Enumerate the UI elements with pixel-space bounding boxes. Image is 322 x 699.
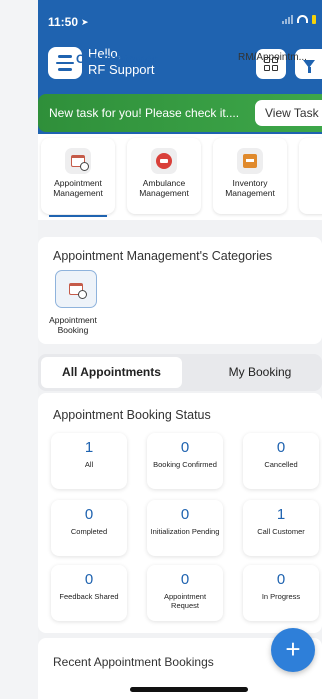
signal-icon — [282, 14, 293, 24]
status-count: 0 — [180, 571, 190, 588]
status-bar: 11:50 ➤ — [48, 14, 322, 30]
module-label: Inventory Management — [225, 178, 275, 198]
banner-message: New task for you! Please check it.... — [49, 106, 240, 120]
category-label: Appointment Booking — [49, 315, 97, 335]
status-count: 0 — [180, 439, 190, 456]
app-screen: 11:50 ➤ Hello, RF Support New task for y… — [38, 0, 322, 699]
status-label: Booking Confirmed — [153, 460, 217, 469]
home-indicator[interactable] — [130, 687, 248, 692]
battery-icon — [312, 14, 316, 24]
status-count: 0 — [276, 439, 286, 456]
category-appointment-booking[interactable] — [55, 270, 97, 308]
status-indicators — [282, 14, 316, 24]
status-card-in-progress[interactable]: 0 In Progress — [243, 565, 319, 621]
status-count: 1 — [84, 439, 94, 456]
module-strip: Appointment Management Ambulance Managem… — [38, 134, 322, 220]
booking-tabs: All Appointments My Booking — [38, 354, 322, 391]
wifi-icon — [297, 15, 308, 23]
module-inventory-management[interactable]: Inventory Management — [213, 138, 287, 214]
tab-my-booking[interactable]: My Booking — [198, 357, 322, 388]
status-count: 0 — [84, 506, 94, 523]
view-task-button[interactable]: View Task — [255, 100, 322, 126]
module-ambulance-management[interactable]: Ambulance Management — [127, 138, 201, 214]
add-button[interactable]: + — [271, 628, 315, 672]
ambulance-icon — [156, 153, 172, 169]
recent-booking-code[interactable]: RM/Appointm... — [238, 52, 307, 63]
status-label: Cancelled — [264, 460, 298, 469]
calendar-clock-icon — [71, 155, 89, 171]
booking-status-title: Appointment Booking Status — [53, 408, 211, 422]
left-gutter — [0, 0, 38, 699]
status-card-initialization-pending[interactable]: 0 Initialization Pending — [147, 500, 223, 556]
status-card-call-customer[interactable]: 1 Call Customer — [243, 500, 319, 556]
status-card-booking-confirmed[interactable]: 0 Booking Confirmed — [147, 433, 223, 489]
categories-title: Appointment Management's Categories — [53, 249, 273, 263]
status-card-cancelled[interactable]: 0 Cancelled — [243, 433, 319, 489]
status-count: 1 — [276, 506, 286, 523]
location-arrow-icon: ➤ — [81, 16, 89, 27]
status-count: 0 — [276, 571, 286, 588]
module-appointment-management[interactable]: Appointment Management — [41, 138, 115, 217]
selected-indicator — [49, 215, 107, 217]
status-time: 11:50 — [48, 15, 79, 29]
status-card-appointment-request[interactable]: 0 Appointment Request — [147, 565, 223, 621]
status-label: In Progress — [261, 592, 301, 601]
status-card-all[interactable]: 1 All — [51, 433, 127, 489]
inventory-icon — [243, 154, 257, 168]
module-partial[interactable] — [299, 138, 322, 214]
recent-bookings-title: Recent Appointment Bookings — [53, 655, 214, 669]
status-label: All — [84, 460, 94, 469]
task-banner: New task for you! Please check it.... Vi… — [38, 94, 322, 132]
tab-all-appointments[interactable]: All Appointments — [41, 357, 182, 388]
status-label: Initialization Pending — [150, 527, 220, 536]
module-label: Ambulance Management — [139, 178, 189, 198]
booking-status-section: Appointment Booking Status 1 All 0 Booki… — [38, 393, 322, 633]
calendar-clock-icon — [69, 283, 87, 299]
status-card-feedback-shared[interactable]: 0 Feedback Shared — [51, 565, 127, 621]
status-label: Appointment Request — [163, 592, 207, 610]
status-label: Completed — [70, 527, 108, 536]
recent-booking-status[interactable]: Call Customer — [76, 52, 157, 66]
status-card-completed[interactable]: 0 Completed — [51, 500, 127, 556]
module-label: Appointment Management — [53, 178, 103, 198]
status-count: 0 — [84, 571, 94, 588]
categories-section: Appointment Management's Categories Appo… — [38, 237, 322, 344]
status-label: Call Customer — [257, 527, 305, 536]
status-count: 0 — [180, 506, 190, 523]
status-label: Feedback Shared — [59, 592, 119, 601]
